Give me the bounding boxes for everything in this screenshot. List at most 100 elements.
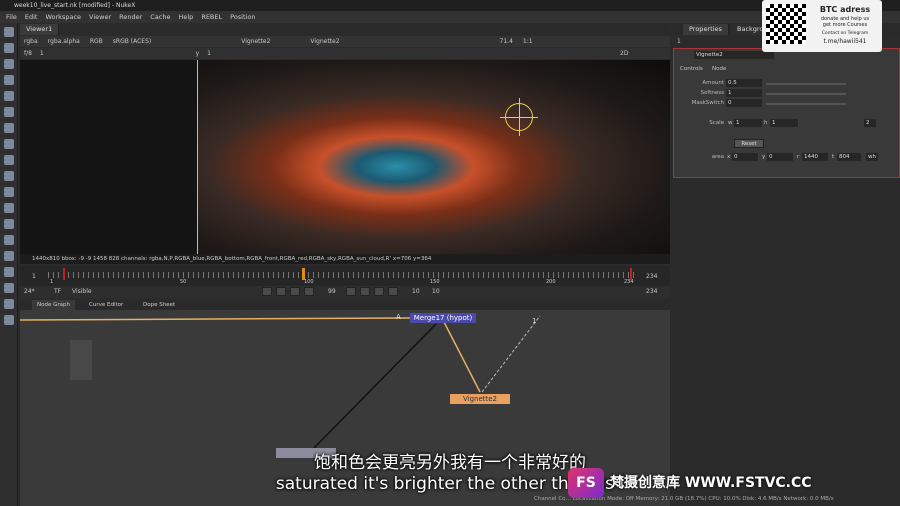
scale-row: Scale w 1 h 1 2 — [674, 119, 899, 128]
keyer-tool-icon[interactable] — [4, 123, 14, 133]
input-a-select[interactable]: Vignette2 — [241, 36, 270, 47]
step-value[interactable]: 10 — [412, 286, 420, 298]
mask-switch-field[interactable]: 0 — [726, 99, 762, 107]
tab-dope-sheet[interactable]: Dope Sheet — [138, 300, 180, 310]
step-forward-button[interactable] — [360, 287, 370, 296]
amount-row: Amount 0.5 — [674, 79, 899, 88]
y-value[interactable]: 1 — [207, 50, 211, 57]
area-y-label: y — [762, 154, 766, 160]
area-y-field[interactable]: 0 — [767, 153, 793, 161]
softness-field[interactable]: 1 — [726, 89, 762, 97]
draw-tool-icon[interactable] — [4, 43, 14, 53]
step-value-2[interactable]: 10 — [432, 286, 440, 298]
tab-controls[interactable]: Controls — [680, 65, 703, 74]
amount-label: Amount — [702, 80, 724, 86]
menu-file[interactable]: File — [6, 11, 17, 23]
first-frame-button[interactable] — [262, 287, 272, 296]
furnace-tool-icon[interactable] — [4, 283, 14, 293]
image-tool-icon[interactable] — [4, 27, 14, 37]
reset-button[interactable]: Reset — [734, 139, 764, 148]
step-back-button[interactable] — [290, 287, 300, 296]
menu-position[interactable]: Position — [230, 11, 255, 23]
menu-viewer[interactable]: Viewer — [89, 11, 111, 23]
amount-field[interactable]: 0.5 — [726, 79, 762, 87]
menu-cache[interactable]: Cache — [150, 11, 170, 23]
in-point-marker[interactable] — [63, 268, 65, 280]
panel-count[interactable]: 1 — [677, 38, 681, 45]
node-name-field[interactable]: Vignette2 — [694, 51, 774, 59]
3d-tool-icon[interactable] — [4, 171, 14, 181]
channel-tool-icon[interactable] — [4, 75, 14, 85]
merge17-node[interactable]: Merge17 (hypot) — [410, 313, 476, 323]
play-forward-button[interactable] — [346, 287, 356, 296]
vignette2-node[interactable]: Vignette2 — [450, 394, 510, 404]
playhead[interactable] — [302, 268, 305, 280]
area-x-field[interactable]: 0 — [732, 153, 758, 161]
menu-edit[interactable]: Edit — [25, 11, 38, 23]
menu-rebel[interactable]: REBEL — [201, 11, 222, 23]
crosshair-v-line — [519, 98, 520, 136]
area-wh-button[interactable]: wh — [866, 153, 878, 161]
metadata-tool-icon[interactable] — [4, 235, 14, 245]
tab-curve-editor[interactable]: Curve Editor — [84, 300, 128, 310]
pipe-mask — [481, 315, 541, 393]
last-frame-button[interactable] — [388, 287, 398, 296]
scale-label: Scale — [709, 120, 724, 126]
view-mode-select[interactable]: 2D — [620, 48, 628, 59]
softness-slider[interactable] — [766, 93, 846, 95]
next-keyframe-button[interactable] — [374, 287, 384, 296]
menu-workspace[interactable]: Workspace — [45, 11, 81, 23]
deep-tool-icon[interactable] — [4, 203, 14, 213]
play-backward-button[interactable] — [304, 287, 314, 296]
channels-select[interactable]: rgba — [24, 36, 38, 47]
zoom-value[interactable]: 71.4 — [500, 36, 513, 47]
tab-node[interactable]: Node — [712, 65, 726, 74]
rendered-frame-image[interactable] — [198, 60, 670, 254]
timeline-end: 234 — [646, 273, 658, 280]
mask-switch-slider[interactable] — [766, 103, 846, 105]
other-tool-icon[interactable] — [4, 267, 14, 277]
toolsets-tool-icon[interactable] — [4, 251, 14, 261]
alpha-select[interactable]: rgba.alpha — [48, 36, 80, 47]
tab-properties[interactable]: Properties — [683, 24, 729, 35]
viewer-tab-bar: Viewer1 — [20, 24, 670, 35]
colorspace-select[interactable]: sRGB (ACES) — [113, 36, 151, 47]
current-frame-field[interactable]: 99 — [328, 286, 336, 298]
merge-tool-icon[interactable] — [4, 139, 14, 149]
views-tool-icon[interactable] — [4, 219, 14, 229]
gizmos-tool-icon[interactable] — [4, 299, 14, 309]
area-t-field[interactable]: 804 — [837, 153, 861, 161]
area-r-field[interactable]: 1440 — [802, 153, 828, 161]
prev-keyframe-button[interactable] — [276, 287, 286, 296]
particles-tool-icon[interactable] — [4, 187, 14, 197]
tick-label: 50 — [180, 279, 187, 285]
color-tool-icon[interactable] — [4, 91, 14, 101]
tf-select[interactable]: TF — [54, 286, 61, 298]
playback-end-field[interactable]: 234 — [646, 286, 657, 298]
visible-select[interactable]: Visible — [72, 286, 92, 298]
tick-label: 200 — [546, 279, 556, 285]
frame-label: f/8 — [24, 50, 32, 57]
frame-value[interactable]: 1 — [40, 50, 44, 57]
menu-help[interactable]: Help — [178, 11, 193, 23]
scale-w-field[interactable]: 1 — [734, 119, 762, 127]
tab-viewer1[interactable]: Viewer1 — [20, 24, 60, 35]
tab-node-graph[interactable]: Node Graph — [32, 300, 75, 310]
display-select[interactable]: RGB — [90, 36, 103, 47]
amount-slider[interactable] — [766, 83, 846, 85]
scale-count-button[interactable]: 2 — [864, 119, 876, 127]
out-point-marker[interactable] — [630, 268, 632, 280]
timeline-start: 1 — [32, 273, 36, 280]
scale-h-field[interactable]: 1 — [770, 119, 798, 127]
input-b-select[interactable]: Vignette2 — [310, 36, 339, 47]
promo-line-4: Contact on Telegram — [821, 31, 869, 36]
fps-select[interactable]: 24* — [24, 286, 35, 298]
area-x-label: x — [727, 154, 731, 160]
menu-render[interactable]: Render — [119, 11, 142, 23]
transform-tool-icon[interactable] — [4, 155, 14, 165]
filter-tool-icon[interactable] — [4, 107, 14, 117]
ratio-value[interactable]: 1:1 — [523, 36, 533, 47]
input-a-label: A — [396, 313, 401, 321]
rebel-tool-icon[interactable] — [4, 315, 14, 325]
time-tool-icon[interactable] — [4, 59, 14, 69]
